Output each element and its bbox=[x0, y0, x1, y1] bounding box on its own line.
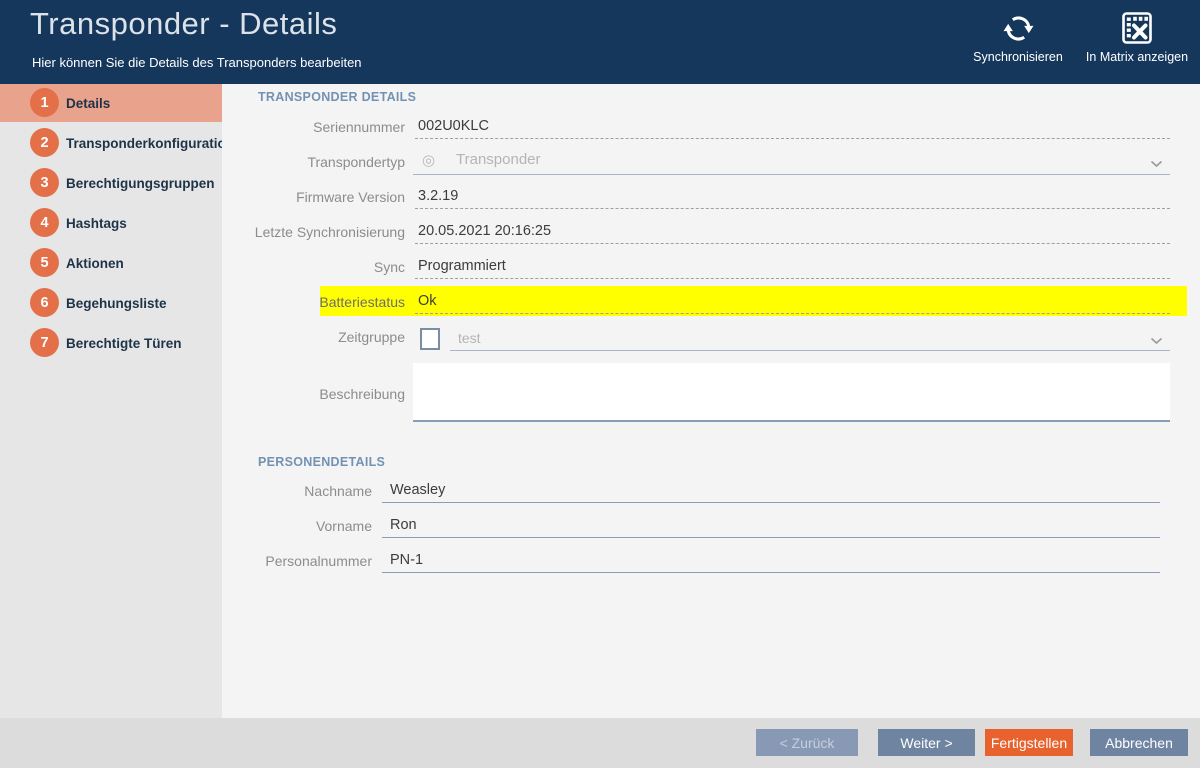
sidebar-item-label: Hashtags bbox=[66, 204, 127, 242]
sync-value: Programmiert bbox=[418, 258, 506, 274]
zeitgruppe-value[interactable]: test bbox=[458, 330, 481, 346]
cancel-button[interactable]: Abbrechen bbox=[1090, 729, 1188, 756]
sidebar-item-label: Details bbox=[66, 84, 110, 122]
next-button[interactable]: Weiter > bbox=[878, 729, 975, 756]
finish-button[interactable]: Fertigstellen bbox=[985, 729, 1073, 756]
matrix-icon bbox=[1122, 10, 1152, 46]
beschreibung-textarea[interactable] bbox=[413, 363, 1170, 422]
vorname-value[interactable]: Ron bbox=[390, 517, 417, 533]
firmware-value: 3.2.19 bbox=[418, 188, 458, 204]
field-underline bbox=[415, 243, 1170, 244]
step-number-badge: 4 bbox=[30, 208, 59, 237]
step-number-badge: 6 bbox=[30, 288, 59, 317]
synchronize-label: Synchronisieren bbox=[973, 50, 1063, 64]
seriennummer-value: 002U0KLC bbox=[418, 118, 489, 134]
letzte-synchronisierung-label: Letzte Synchronisierung bbox=[230, 224, 405, 240]
field-underline bbox=[415, 313, 1170, 314]
input-underline bbox=[382, 572, 1160, 573]
field-underline bbox=[415, 208, 1170, 209]
personalnummer-label: Personalnummer bbox=[230, 553, 372, 569]
footer-bar: < Zurück Weiter > Fertigstellen Abbreche… bbox=[0, 718, 1200, 768]
sidebar-item-berechtigungsgruppen[interactable]: 3 Berechtigungsgruppen bbox=[0, 164, 222, 202]
sidebar-item-label: Transponderkonfiguration bbox=[66, 124, 234, 162]
step-number-badge: 7 bbox=[30, 328, 59, 357]
transponder-details-window: Transponder - Details Hier können Sie di… bbox=[0, 0, 1200, 768]
step-number-badge: 2 bbox=[30, 128, 59, 157]
transponder-type-icon: ◎ bbox=[422, 151, 435, 169]
personalnummer-value[interactable]: PN-1 bbox=[390, 552, 423, 568]
nachname-label: Nachname bbox=[230, 483, 372, 499]
page-title: Transponder - Details bbox=[30, 6, 337, 42]
page-subtitle: Hier können Sie die Details des Transpon… bbox=[32, 55, 362, 70]
beschreibung-label: Beschreibung bbox=[230, 386, 405, 402]
seriennummer-label: Seriennummer bbox=[230, 119, 405, 135]
transpondertyp-value[interactable]: Transponder bbox=[456, 151, 541, 168]
sidebar-item-berechtigte-tueren[interactable]: 7 Berechtigte Türen bbox=[0, 324, 222, 362]
sidebar-item-details[interactable]: 1 Details bbox=[0, 84, 222, 122]
page-header: Transponder - Details Hier können Sie di… bbox=[0, 0, 1200, 84]
field-underline bbox=[415, 278, 1170, 279]
batteriestatus-value: Ok bbox=[418, 293, 437, 309]
step-number-badge: 1 bbox=[30, 88, 59, 117]
transponder-details-section-title: TRANSPONDER DETAILS bbox=[258, 90, 416, 104]
sync-label: Sync bbox=[230, 259, 405, 275]
zeitgruppe-checkbox[interactable] bbox=[420, 328, 440, 350]
sidebar-item-label: Begehungsliste bbox=[66, 284, 167, 322]
sidebar-item-begehungsliste[interactable]: 6 Begehungsliste bbox=[0, 284, 222, 322]
field-underline bbox=[415, 138, 1170, 139]
sidebar-item-hashtags[interactable]: 4 Hashtags bbox=[0, 204, 222, 242]
nachname-value[interactable]: Weasley bbox=[390, 482, 445, 498]
sidebar-item-transponderkonfiguration[interactable]: 2 Transponderkonfiguration bbox=[0, 124, 222, 162]
input-underline bbox=[382, 502, 1160, 503]
transpondertyp-label: Transpondertyp bbox=[230, 154, 405, 170]
synchronize-button[interactable]: Synchronisieren bbox=[958, 10, 1078, 74]
letzte-synchronisierung-value: 20.05.2021 20:16:25 bbox=[418, 223, 551, 239]
chevron-down-icon[interactable] bbox=[1150, 155, 1163, 173]
batteriestatus-label: Batteriestatus bbox=[230, 294, 405, 310]
step-number-badge: 3 bbox=[30, 168, 59, 197]
wizard-sidebar: 1 Details 2 Transponderkonfiguration 3 B… bbox=[0, 84, 222, 718]
sidebar-item-aktionen[interactable]: 5 Aktionen bbox=[0, 244, 222, 282]
show-in-matrix-button[interactable]: In Matrix anzeigen bbox=[1078, 10, 1196, 74]
sidebar-item-label: Aktionen bbox=[66, 244, 124, 282]
sidebar-item-label: Berechtigungsgruppen bbox=[66, 164, 215, 202]
input-underline bbox=[382, 537, 1160, 538]
vorname-label: Vorname bbox=[230, 518, 372, 534]
step-number-badge: 5 bbox=[30, 248, 59, 277]
dropdown-underline bbox=[413, 174, 1170, 175]
battery-status-highlight bbox=[320, 286, 1187, 316]
show-in-matrix-label: In Matrix anzeigen bbox=[1086, 50, 1188, 64]
dropdown-underline bbox=[450, 350, 1170, 351]
back-button[interactable]: < Zurück bbox=[756, 729, 858, 756]
sync-icon bbox=[1002, 10, 1035, 46]
firmware-label: Firmware Version bbox=[230, 189, 405, 205]
zeitgruppe-label: Zeitgruppe bbox=[230, 329, 405, 345]
sidebar-item-label: Berechtigte Türen bbox=[66, 324, 182, 362]
chevron-down-icon[interactable] bbox=[1150, 332, 1163, 350]
person-details-section-title: PERSONENDETAILS bbox=[258, 455, 385, 469]
